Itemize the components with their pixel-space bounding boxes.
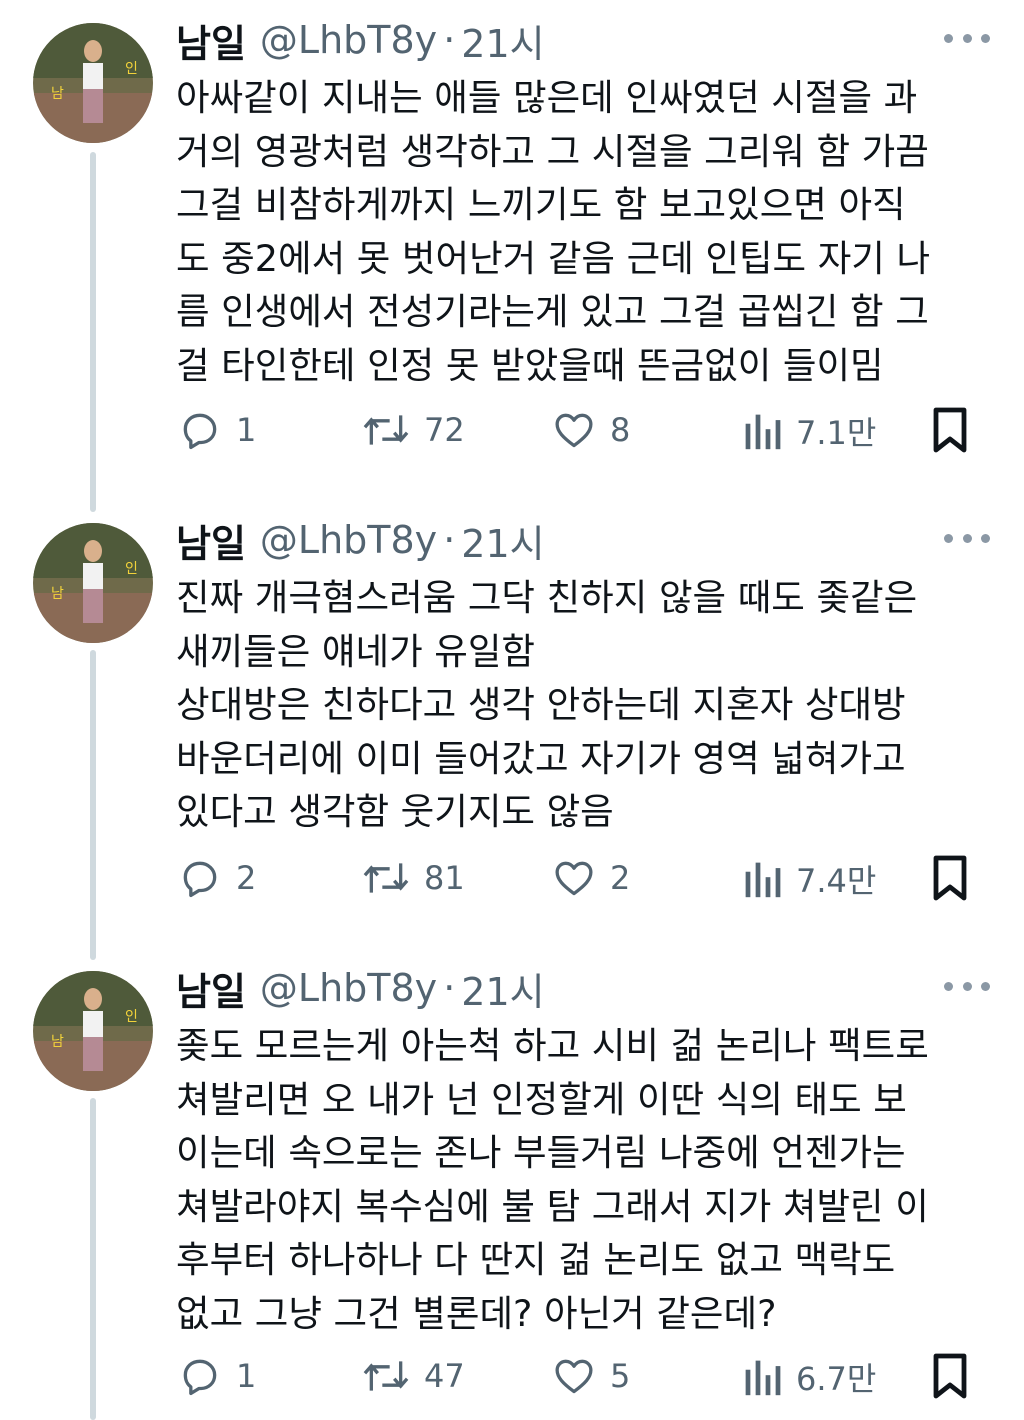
like-button[interactable]: 8 [552, 408, 630, 452]
tweet-text-line: 새끼들은 얘네가 유일함 [176, 629, 536, 673]
tweet-text-line: 걸 타인한테 인정 못 받았을때 뜬금없이 들이밈 [176, 343, 884, 387]
retweet-icon [362, 408, 410, 452]
retweet-button[interactable]: 81 [362, 856, 465, 900]
avatar[interactable]: 남 인 [33, 23, 153, 143]
tweet-text-line: 거의 영광처럼 생각하고 그 시절을 그리워 함 가끔 [176, 129, 929, 173]
bookmark-button[interactable] [930, 406, 970, 454]
tweet-header: 남일 @LhbT8y · 21시 [176, 961, 545, 1016]
retweet-icon [362, 1354, 410, 1398]
svg-text:인: 인 [125, 1009, 138, 1025]
views-icon [742, 1355, 782, 1399]
views-button[interactable]: 7.4만 [742, 856, 876, 902]
more-icon[interactable] [944, 978, 990, 994]
retweet-icon [362, 856, 410, 900]
svg-text:남: 남 [51, 586, 64, 602]
retweet-count: 47 [424, 1357, 465, 1395]
tweet[interactable]: 남 인 남일 @LhbT8y · 21시 아싸같이 지내는 애들 많은데 인싸였… [0, 0, 1024, 480]
retweet-button[interactable]: 72 [362, 408, 465, 452]
more-icon[interactable] [944, 530, 990, 546]
tweet-header: 남일 @LhbT8y · 21시 [176, 513, 545, 568]
tweet-text-line: 상대방은 친하다고 생각 안하는데 지혼자 상대방 [176, 683, 906, 727]
reply-icon [178, 856, 222, 900]
bookmark-icon [930, 854, 970, 902]
timestamp[interactable]: 21시 [461, 961, 544, 1016]
reply-count: 2 [236, 859, 257, 897]
tweet-text-line: 쳐발리면 오 내가 넌 인정할게 이딴 식의 태도 보 [176, 1077, 907, 1121]
tweet-header: 남일 @LhbT8y · 21시 [176, 13, 545, 68]
svg-text:남: 남 [51, 1034, 64, 1050]
svg-text:인: 인 [125, 561, 138, 577]
heart-icon [552, 408, 596, 452]
action-bar: 1 72 8 7.1만 [0, 400, 1024, 460]
user-handle[interactable]: @LhbT8y [260, 966, 437, 1010]
reply-button[interactable]: 1 [178, 1354, 256, 1398]
timestamp[interactable]: 21시 [461, 513, 544, 568]
svg-text:남: 남 [51, 86, 64, 102]
bookmark-button[interactable] [930, 854, 970, 902]
retweet-button[interactable]: 47 [362, 1354, 465, 1398]
tweet-text-line: 도 중2에서 못 벗어난거 같음 근데 인팁도 자기 나 [176, 236, 931, 280]
tweet-text-line: 진짜 개극혐스러움 그닥 친하지 않을 때도 좆같은 [176, 576, 918, 619]
user-handle[interactable]: @LhbT8y [260, 18, 437, 62]
avatar[interactable]: 남 인 [33, 971, 153, 1091]
heart-icon [552, 856, 596, 900]
tweet-text-line: 있다고 생각함 웃기지도 않음 [176, 790, 614, 834]
heart-icon [552, 1354, 596, 1398]
bookmark-icon [930, 406, 970, 454]
views-button[interactable]: 7.1만 [742, 408, 876, 454]
like-count: 5 [610, 1357, 631, 1395]
like-count: 8 [610, 411, 631, 449]
retweet-count: 72 [424, 411, 465, 449]
separator-dot: · [443, 18, 456, 62]
like-button[interactable]: 2 [552, 856, 630, 900]
tweet-text-line: 름 인생에서 전성기라는게 있고 그걸 곱씹긴 함 그 [176, 290, 929, 334]
tweet-text-line: 후부터 하나하나 다 딴지 걺 논리도 없고 맥락도 [176, 1238, 896, 1282]
display-name[interactable]: 남일 [176, 961, 246, 1016]
tweet[interactable]: 남 인 남일 @LhbT8y · 21시 진짜 개극혐스러움 그닥 친하지 않을… [0, 500, 1024, 950]
svg-text:인: 인 [125, 61, 138, 77]
bookmark-icon [930, 1352, 970, 1400]
action-bar: 2 81 2 7.4만 [0, 848, 1024, 908]
tweet-text-line: 그걸 비참하게까지 느끼기도 함 보고있으면 아직 [176, 183, 906, 227]
like-count: 2 [610, 859, 631, 897]
reply-icon [178, 1354, 222, 1398]
separator-dot: · [443, 518, 456, 562]
timestamp[interactable]: 21시 [461, 13, 544, 68]
tweet-text-line: 쳐발라야지 복수심에 불 탐 그래서 지가 쳐발린 이 [176, 1184, 929, 1228]
more-icon[interactable] [944, 30, 990, 46]
tweet-text-line: 좆도 모르는게 아는척 하고 시비 걺 논리나 팩트로 [176, 1024, 929, 1067]
tweet-text: 좆도 모르는게 아는척 하고 시비 걺 논리나 팩트로 쳐발리면 오 내가 넌 … [176, 1019, 976, 1341]
reply-button[interactable]: 1 [178, 408, 256, 452]
views-count: 7.1만 [796, 414, 877, 452]
action-bar: 1 47 5 6.7만 [0, 1346, 1024, 1406]
display-name[interactable]: 남일 [176, 13, 246, 68]
tweet[interactable]: 남 인 남일 @LhbT8y · 21시 좆도 모르는게 아는척 하고 시비 걺… [0, 948, 1024, 1420]
retweet-count: 81 [424, 859, 465, 897]
user-handle[interactable]: @LhbT8y [260, 518, 437, 562]
tweet-text: 진짜 개극혐스러움 그닥 친하지 않을 때도 좆같은 새끼들은 얘네가 유일함 … [176, 571, 976, 839]
reply-icon [178, 408, 222, 452]
like-button[interactable]: 5 [552, 1354, 630, 1398]
tweet-text: 아싸같이 지내는 애들 많은데 인싸였던 시절을 과 거의 영광처럼 생각하고 … [176, 71, 976, 393]
tweet-text-line: 없고 그냥 그건 별론데? 아닌거 같은데? [176, 1291, 777, 1335]
tweet-text-line: 바운더리에 이미 들어갔고 자기가 영역 넓혀가고 [176, 736, 906, 780]
reply-count: 1 [236, 1357, 257, 1395]
reply-button[interactable]: 2 [178, 856, 256, 900]
bookmark-button[interactable] [930, 1352, 970, 1400]
views-button[interactable]: 6.7만 [742, 1354, 876, 1400]
tweet-text-line: 이는데 속으로는 존나 부들거림 나중에 언젠가는 [176, 1131, 906, 1175]
separator-dot: · [443, 966, 456, 1010]
display-name[interactable]: 남일 [176, 513, 246, 568]
avatar[interactable]: 남 인 [33, 523, 153, 643]
views-icon [742, 409, 782, 453]
tweet-text-line: 아싸같이 지내는 애들 많은데 인싸였던 시절을 과 [176, 76, 918, 119]
views-count: 7.4만 [796, 862, 877, 900]
reply-count: 1 [236, 411, 257, 449]
views-icon [742, 857, 782, 901]
views-count: 6.7만 [796, 1360, 877, 1398]
